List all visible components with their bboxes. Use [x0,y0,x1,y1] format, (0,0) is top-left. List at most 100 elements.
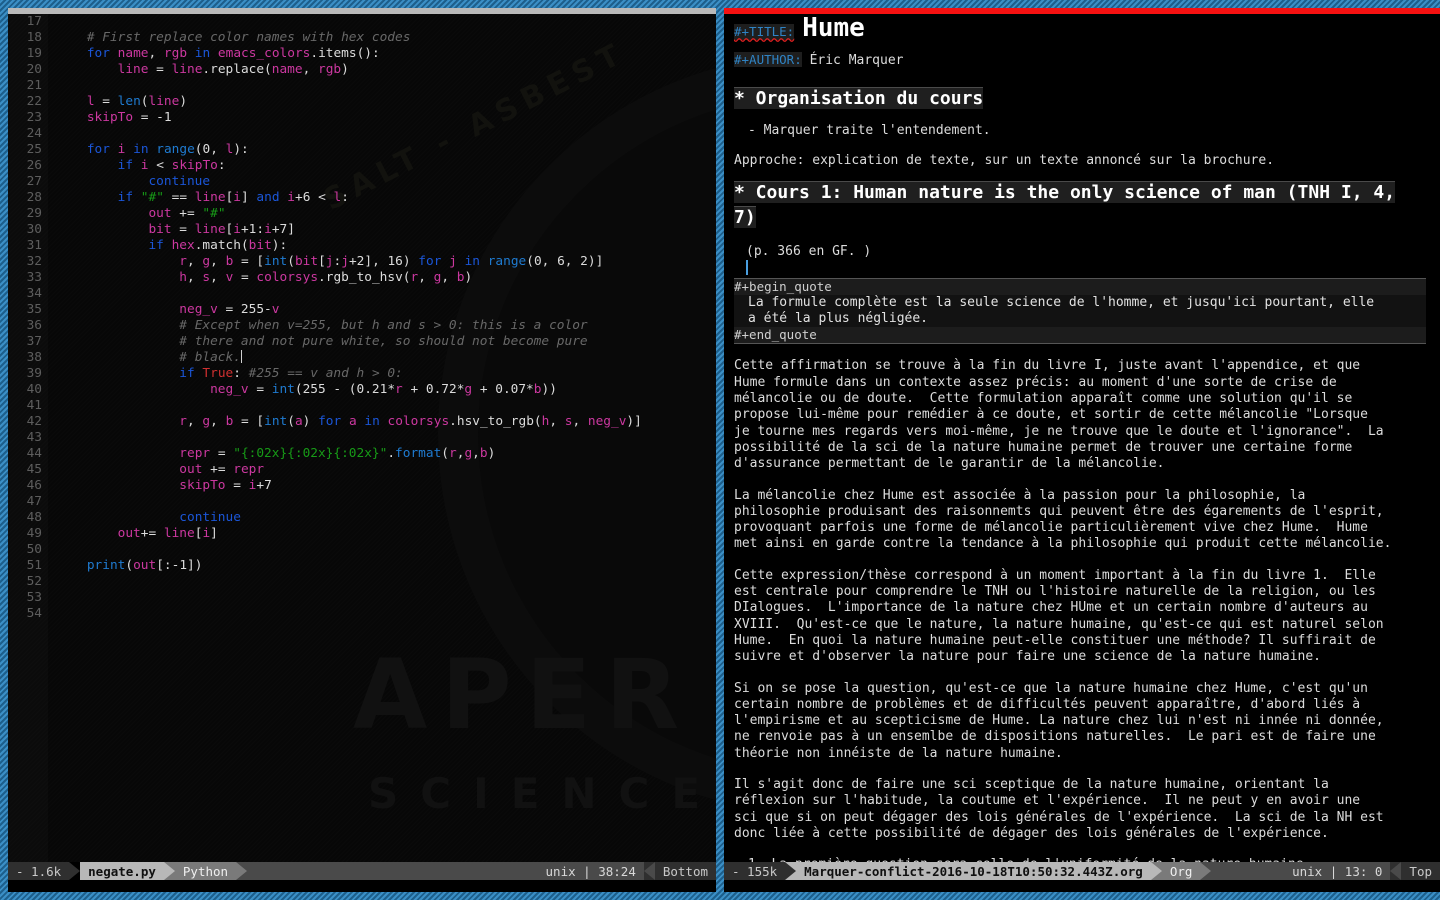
line-number: 28 [26,190,42,205]
org-document-title: Hume [802,14,865,43]
line-number: 18 [26,30,42,45]
modeline-buffer-name[interactable]: negate.py [80,862,164,880]
code-buffer[interactable]: SALT - ASBEST APER SCIENCE I 17181920212… [8,14,716,862]
code-text-area[interactable]: 17 18 19 20 21 22 23 24 25 26 27 28 29 30 31 32 33 34 35 36… [8,14,716,862]
org-heading-2-wrap[interactable]: * Cours 1: Human nature is the only scie… [734,180,1426,230]
code-line[interactable] [56,78,716,94]
code-line[interactable] [56,606,716,622]
modeline-arrow-1 [69,862,81,880]
code-line[interactable] [56,286,716,302]
org-quote-block: #+begin_quote La formule complète est la… [734,277,1426,345]
line-number: 24 [26,126,42,141]
line-number: 48 [26,510,42,525]
org-end-quote-keyword: #+end_quote [734,327,1426,345]
line-number: 23 [26,110,42,125]
modeline-position: Bottom [654,862,716,880]
line-number: 43 [26,430,42,445]
line-number: 36 [26,318,42,333]
code-line[interactable] [56,126,716,142]
org-author-value: Éric Marquer [809,53,904,68]
code-editor-window[interactable]: SALT - ASBEST APER SCIENCE I 17181920212… [8,8,716,892]
code-line[interactable]: repr = "{:02x}{:02x}{:02x}".format(r,g,b… [56,446,716,462]
line-number: 54 [26,606,42,621]
code-line[interactable]: neg_v = int(255 - (0.21*r + 0.72*g + 0.0… [56,382,716,398]
org-modeline-buffer-size: - 155k [724,862,786,880]
code-line[interactable]: continue [56,510,716,526]
line-number: 21 [26,78,42,93]
code-line[interactable]: h, s, v = colorsys.rgb_to_hsv(r, g, b) [56,270,716,286]
org-heading-1-wrap[interactable]: * Organisation du cours [734,86,1426,111]
code-line[interactable]: r, g, b = [int(bit[j:j+2], 16) for j in … [56,254,716,270]
code-line[interactable]: # Except when v=255, but h and s > 0: th… [56,318,716,334]
org-modeline-major-mode[interactable]: Org [1161,862,1201,880]
line-number: 45 [26,462,42,477]
line-number: 51 [26,558,42,573]
code-line[interactable]: for i in range(0, l): [56,142,716,158]
code-line[interactable]: # First replace color names with hex cod… [56,30,716,46]
code-line[interactable] [56,398,716,414]
code-line[interactable]: for name, rgb in emacs_colors.items(): [56,46,716,62]
org-modeline-buffer-name[interactable]: Marquer-conflict-2016-10-18T10:50:32.443… [796,862,1151,880]
org-paragraph: Il s'agit donc de faire une sci sceptiqu… [734,777,1384,841]
org-paragraph: Cette affirmation se trouve à la fin du … [734,358,1384,472]
line-number: 25 [26,142,42,157]
org-modeline: - 155k Marquer-conflict-2016-10-18T10:50… [724,862,1440,892]
code-line[interactable]: skipTo = i+7 [56,478,716,494]
code-line[interactable]: line = line.replace(name, rgb) [56,62,716,78]
code-line[interactable]: skipTo = -1 [56,110,716,126]
code-source-lines[interactable]: # First replace color names with hex cod… [48,14,716,862]
code-line[interactable]: l = len(line) [56,94,716,110]
code-modeline: - 1.6k negate.py Python unix | 38:24 Bot… [8,862,716,892]
line-number: 32 [26,254,42,269]
org-modeline-position: Top [1401,862,1440,880]
code-line[interactable]: # there and not pure white, so should no… [56,334,716,350]
org-editor-window[interactable]: #+TITLE: Hume #+AUTHOR: Éric Marquer * O… [724,8,1440,892]
code-line[interactable]: if "#" == line[i] and i+6 < l: [56,190,716,206]
line-number: 26 [26,158,42,173]
code-line[interactable]: bit = line[i+1:i+7] [56,222,716,238]
org-heading-2[interactable]: * Cours 1: Human nature is the only scie… [734,180,1396,228]
code-line[interactable]: print(out[:-1]) [56,558,716,574]
code-line[interactable]: out += repr [56,462,716,478]
line-number: 20 [26,62,42,77]
code-line[interactable]: continue [56,174,716,190]
line-number: 27 [26,174,42,189]
code-line[interactable]: if hex.match(bit): [56,238,716,254]
code-line[interactable] [56,430,716,446]
line-number: 34 [26,286,42,301]
line-number: 19 [26,46,42,61]
code-line[interactable] [56,542,716,558]
org-quote-text: La formule complète est la seule science… [734,294,1426,328]
org-page-reference: (p. 366 en GF. ) [746,243,872,259]
code-line[interactable]: if i < skipTo: [56,158,716,174]
line-number: 29 [26,206,42,221]
code-line[interactable]: out += "#" [56,206,716,222]
modeline-arrow-2 [163,862,175,880]
org-text-area[interactable]: #+TITLE: Hume #+AUTHOR: Éric Marquer * O… [724,14,1440,862]
modeline-buffer-size: - 1.6k [8,862,70,880]
code-line[interactable] [56,14,716,30]
text-cursor [746,259,748,275]
code-line[interactable] [56,590,716,606]
code-line[interactable]: if True: #255 == v and h > 0: [56,366,716,382]
org-title-line: #+TITLE: Hume [734,14,1426,52]
line-number: 49 [26,526,42,541]
code-line[interactable]: neg_v = 255-v [56,302,716,318]
line-number: 37 [26,334,42,349]
org-modeline-arrow-4 [1390,862,1402,880]
org-modeline-arrow-3 [1200,862,1212,880]
org-buffer[interactable]: #+TITLE: Hume #+AUTHOR: Éric Marquer * O… [724,14,1440,862]
org-paragraph-list: Cette affirmation se trouve à la fin du … [734,358,1426,842]
code-line[interactable]: out+= line[i] [56,526,716,542]
org-heading-1[interactable]: * Organisation du cours [734,87,984,109]
org-author-line: #+AUTHOR: Éric Marquer [734,52,1426,74]
modeline-major-mode[interactable]: Python [174,862,237,880]
code-line[interactable] [56,574,716,590]
code-line[interactable] [56,494,716,510]
line-number: 17 [26,14,42,29]
code-line[interactable]: r, g, b = [int(a) for a in colorsys.hsv_… [56,414,716,430]
org-modeline-arrow-2 [1150,862,1162,880]
code-line[interactable]: # black. [56,350,716,366]
org-paragraph: Cette expression/thèse correspond à un m… [734,567,1384,665]
modeline-encoding: unix | 38:24 [537,862,644,880]
